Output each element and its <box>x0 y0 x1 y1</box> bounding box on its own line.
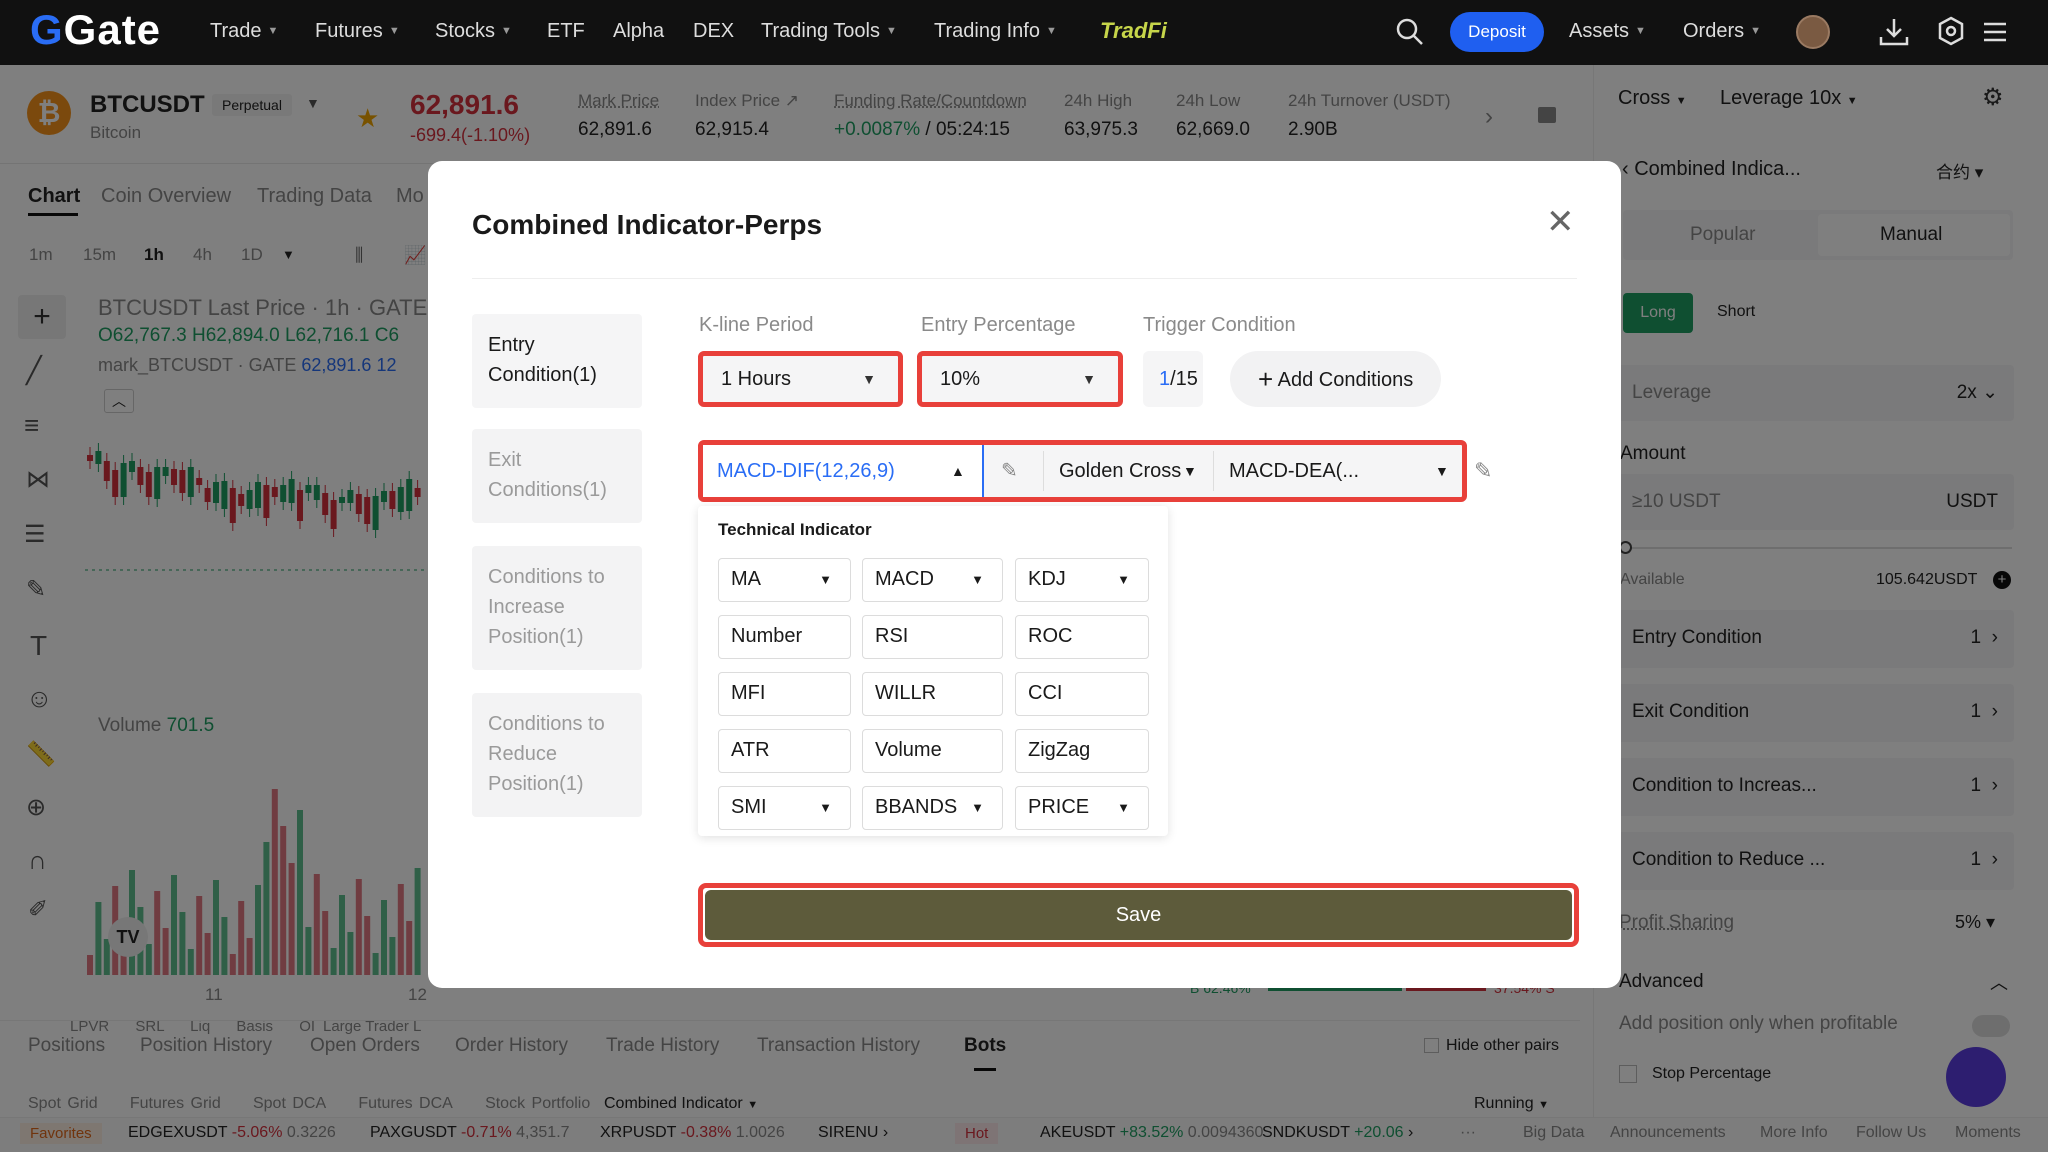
entry-percentage-label: Entry Percentage <box>921 314 1076 336</box>
trigger-condition-label: Trigger Condition <box>1143 314 1296 336</box>
side-exit-conditions[interactable]: Exit Conditions(1) <box>472 429 642 523</box>
technical-indicator-dropdown: Technical Indicator MA ▼ MACD ▼ KDJ ▼ Number RS… <box>698 506 1168 836</box>
save-button-frame: Save <box>698 883 1579 947</box>
indicator-chip-ma[interactable]: MA ▼ <box>718 558 851 602</box>
dropdown-arrow-icon: ▼ <box>1117 572 1130 587</box>
logo-text: Gate <box>63 6 162 53</box>
indicator-chip-volume[interactable]: Volume <box>862 729 1003 773</box>
indicator-chip-rsi[interactable]: RSI <box>862 615 1003 659</box>
modal-title: Combined Indicator-Perps <box>472 209 823 240</box>
indicator-chip-number[interactable]: Number <box>718 615 851 659</box>
chevron-up-icon[interactable]: ▲ <box>951 445 965 497</box>
divider <box>1213 451 1214 491</box>
indicator-chip-roc[interactable]: ROC <box>1015 615 1149 659</box>
indicator-chip-kdj[interactable]: KDJ ▼ <box>1015 558 1149 602</box>
side-entry-condition[interactable]: Entry Condition(1) <box>472 314 642 408</box>
avatar[interactable] <box>1796 15 1830 49</box>
nav-orders[interactable]: Orders ▼ <box>1683 20 1761 43</box>
indicator-chip-cci[interactable]: CCI <box>1015 672 1149 716</box>
indicator-chip-bbands[interactable]: BBANDS ▼ <box>862 786 1003 830</box>
condition-row: MACD-DIF(12,26,9) ▲ ✎ Golden Cross ▼ MAC… <box>698 440 1467 502</box>
nav-trading-tools[interactable]: Trading Tools ▼ <box>761 20 897 43</box>
dropdown-arrow-icon[interactable]: ▼ <box>1435 445 1449 497</box>
download-icon[interactable] <box>1878 17 1910 47</box>
nav-assets[interactable]: Assets ▼ <box>1569 20 1646 43</box>
dropdown-arrow-icon: ▼ <box>862 371 876 387</box>
dropdown-arrow-icon: ▼ <box>971 800 984 815</box>
top-nav: GGate Trade ▼ Futures ▼ Stocks ▼ ETF Alpha … <box>0 0 2048 65</box>
edit-icon[interactable]: ✎ <box>1001 445 1018 497</box>
nav-trading-info[interactable]: Trading Info ▼ <box>934 20 1057 43</box>
plus-icon: + <box>1258 364 1274 394</box>
combined-indicator-modal: Combined Indicator-Perps ✕ Entry Conditio… <box>428 161 1621 988</box>
indicator-chip-price[interactable]: PRICE ▼ <box>1015 786 1149 830</box>
kline-period-select[interactable]: 1 Hours ▼ <box>698 351 903 407</box>
divider <box>472 278 1577 279</box>
deposit-button[interactable]: Deposit <box>1450 12 1544 52</box>
nav-etf[interactable]: ETF <box>547 20 585 43</box>
nav-stocks[interactable]: Stocks ▼ <box>435 20 512 43</box>
indicator-chip-smi[interactable]: SMI ▼ <box>718 786 851 830</box>
dropdown-arrow-icon: ▼ <box>819 800 832 815</box>
side-reduce-position[interactable]: Conditions to Reduce Position(1) <box>472 693 642 817</box>
side-increase-position[interactable]: Conditions to Increase Position(1) <box>472 546 642 670</box>
add-conditions-button[interactable]: + Add Conditions <box>1230 351 1442 407</box>
entry-percentage-select[interactable]: 10% ▼ <box>917 351 1123 407</box>
indicator-chip-zigzag[interactable]: ZigZag <box>1015 729 1149 773</box>
tradfi-link[interactable]: TradFi <box>1100 18 1167 44</box>
dropdown-arrow-icon[interactable]: ▼ <box>1183 445 1197 497</box>
divider <box>1043 451 1044 491</box>
nav-dex[interactable]: DEX <box>693 20 734 43</box>
operator-select[interactable]: Golden Cross <box>1059 445 1181 497</box>
kline-period-label: K-line Period <box>699 314 814 336</box>
indicator-chip-atr[interactable]: ATR <box>718 729 851 773</box>
menu-icon[interactable] <box>1982 20 2008 44</box>
save-button[interactable]: Save <box>705 890 1572 940</box>
settings-icon[interactable] <box>1935 15 1967 47</box>
indicator-chip-mfi[interactable]: MFI <box>718 672 851 716</box>
indicator-chip-macd[interactable]: MACD ▼ <box>862 558 1003 602</box>
indicator-b-select[interactable]: MACD-DEA(... <box>1229 445 1359 497</box>
dropdown-arrow-icon: ▼ <box>971 572 984 587</box>
search-icon[interactable] <box>1395 17 1425 47</box>
edit-icon[interactable]: ✎ <box>1474 458 1492 484</box>
indicator-a-select[interactable]: MACD-DIF(12,26,9) <box>717 445 895 497</box>
dropdown-header: Technical Indicator <box>718 520 872 539</box>
indicator-chip-willr[interactable]: WILLR <box>862 672 1003 716</box>
close-icon[interactable]: ✕ <box>1546 205 1575 239</box>
dropdown-arrow-icon: ▼ <box>819 572 832 587</box>
trigger-count: 1/15 <box>1143 351 1203 407</box>
gate-logo[interactable]: GGate <box>30 6 161 54</box>
dropdown-arrow-icon: ▼ <box>1082 371 1096 387</box>
nav-alpha[interactable]: Alpha <box>613 20 664 43</box>
nav-trade[interactable]: Trade ▼ <box>210 20 278 43</box>
nav-futures[interactable]: Futures ▼ <box>315 20 400 43</box>
dropdown-arrow-icon: ▼ <box>1117 800 1130 815</box>
